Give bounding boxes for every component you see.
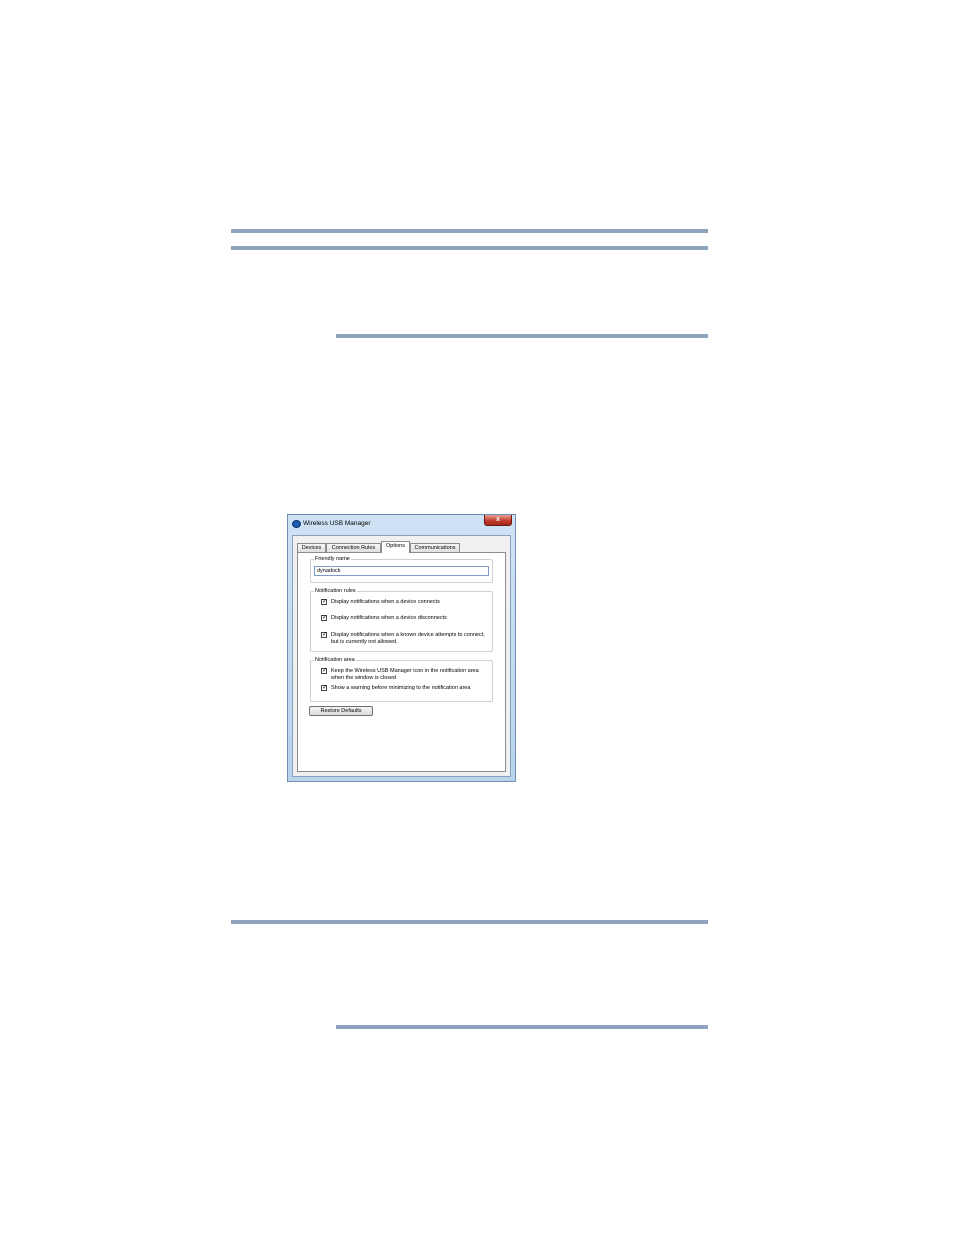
restore-defaults-button[interactable]: Restore Defaults (309, 706, 373, 716)
notification-area-group: Notification area ✓ Keep the Wireless US… (310, 657, 493, 702)
wireless-usb-manager-window: Wireless USB Manager x Devices Connectio… (287, 514, 516, 782)
checkbox-warning[interactable]: ✓ (321, 685, 327, 691)
footer-rule-short (336, 1025, 708, 1029)
checkbox-connects-label: Display notifications when a device conn… (331, 598, 440, 605)
header-rule-short (336, 334, 708, 338)
header-rule-2 (231, 246, 708, 250)
checkbox-not-allowed[interactable]: ✓ (321, 632, 327, 638)
friendly-name-input[interactable]: dynadock (314, 566, 489, 576)
checkbox-keep-icon-label: Keep the Wireless USB Manager icon in th… (331, 667, 479, 681)
client-area: Devices Connection Rules Options Communi… (292, 535, 511, 777)
tab-communications[interactable]: Communications (410, 543, 460, 552)
header-rule-1 (231, 229, 708, 233)
notification-rules-label: Notification rules (314, 588, 357, 595)
window-title: Wireless USB Manager (303, 520, 371, 527)
friendly-name-label: Friendly name (314, 556, 351, 563)
checkbox-keep-icon[interactable]: ✓ (321, 668, 327, 674)
friendly-name-group: Friendly name dynadock (310, 556, 493, 583)
tab-options[interactable]: Options (381, 541, 410, 553)
checkbox-not-allowed-label: Display notifications when a known devic… (331, 631, 485, 645)
checkbox-disconnects-label: Display notifications when a device disc… (331, 614, 447, 621)
checkbox-connects[interactable]: ✓ (321, 599, 327, 605)
checkbox-warning-label: Show a warning before minimizing to the … (331, 684, 471, 691)
title-bar[interactable]: Wireless USB Manager x (288, 515, 515, 533)
checkbox-disconnects[interactable]: ✓ (321, 615, 327, 621)
options-panel: Friendly name dynadock Notification rule… (297, 552, 506, 772)
footer-rule-1 (231, 920, 708, 924)
tab-connection-rules[interactable]: Connection Rules (326, 543, 381, 552)
notification-rules-group: Notification rules ✓ Display notificatio… (310, 588, 493, 652)
tab-devices[interactable]: Devices (297, 543, 326, 552)
app-icon (292, 520, 301, 528)
close-button[interactable]: x (484, 515, 512, 526)
notification-area-label: Notification area (314, 657, 356, 664)
